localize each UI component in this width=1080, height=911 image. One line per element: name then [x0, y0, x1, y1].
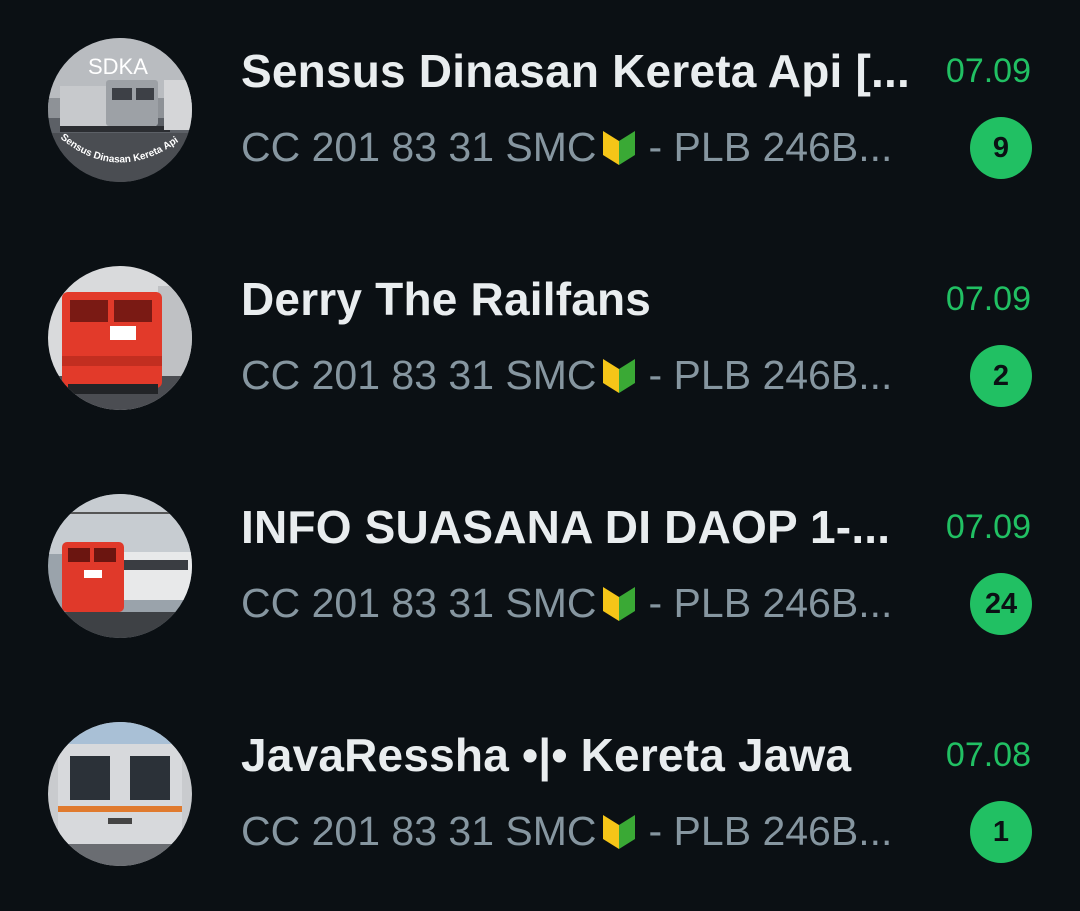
chat-title: JavaRessha •|• Kereta Jawa — [241, 729, 852, 781]
unread-count-badge: 9 — [970, 117, 1032, 179]
preview-suffix: - PLB 246B... — [648, 124, 893, 170]
beginner-badge-icon — [599, 583, 639, 623]
beginner-badge-icon — [599, 355, 639, 395]
preview-text: CC 201 83 31 SMC — [241, 124, 597, 170]
preview-text: CC 201 83 31 SMC — [241, 808, 597, 854]
chat-time: 07.09 — [945, 52, 1031, 90]
preview-suffix: - PLB 246B... — [648, 580, 893, 626]
avatar-label: SDKA — [88, 54, 148, 79]
beginner-badge-icon — [599, 127, 639, 167]
chat-list: SDKA Sensus Dinasan Kereta Api Sensus Di… — [0, 0, 1080, 911]
preview-text: CC 201 83 31 SMC — [241, 580, 597, 626]
chat-time: 07.09 — [945, 508, 1031, 546]
chat-preview: CC 201 83 31 SMC - PLB 246B... — [241, 352, 921, 399]
unread-count-badge: 24 — [970, 573, 1032, 635]
chat-row[interactable]: Derry The Railfans CC 201 83 31 SMC - PLB… — [0, 228, 1080, 456]
chat-preview: CC 201 83 31 SMC - PLB 246B... — [241, 808, 921, 855]
preview-suffix: - PLB 246B... — [648, 352, 893, 398]
unread-count-badge: 1 — [970, 801, 1032, 863]
chat-row[interactable]: JavaRessha •|• Kereta Jawa CC 201 83 31 … — [0, 684, 1080, 911]
chat-preview: CC 201 83 31 SMC - PLB 246B... — [241, 124, 921, 171]
chat-preview: CC 201 83 31 SMC - PLB 246B... — [241, 580, 921, 627]
preview-suffix: - PLB 246B... — [648, 808, 893, 854]
avatar[interactable]: SDKA Sensus Dinasan Kereta Api — [48, 38, 192, 182]
unread-count-badge: 2 — [970, 345, 1032, 407]
avatar[interactable] — [48, 494, 192, 638]
preview-text: CC 201 83 31 SMC — [241, 352, 597, 398]
chat-title: INFO SUASANA DI DAOP 1-... — [241, 501, 891, 553]
beginner-badge-icon — [599, 811, 639, 851]
chat-row[interactable]: SDKA Sensus Dinasan Kereta Api Sensus Di… — [0, 0, 1080, 228]
chat-row[interactable]: INFO SUASANA DI DAOP 1-... CC 201 83 31 … — [0, 456, 1080, 684]
chat-title: Derry The Railfans — [241, 273, 652, 325]
chat-time: 07.08 — [945, 736, 1031, 774]
chat-time: 07.09 — [945, 280, 1031, 318]
avatar[interactable] — [48, 266, 192, 410]
avatar[interactable] — [48, 722, 192, 866]
chat-title: Sensus Dinasan Kereta Api [... — [241, 45, 910, 97]
